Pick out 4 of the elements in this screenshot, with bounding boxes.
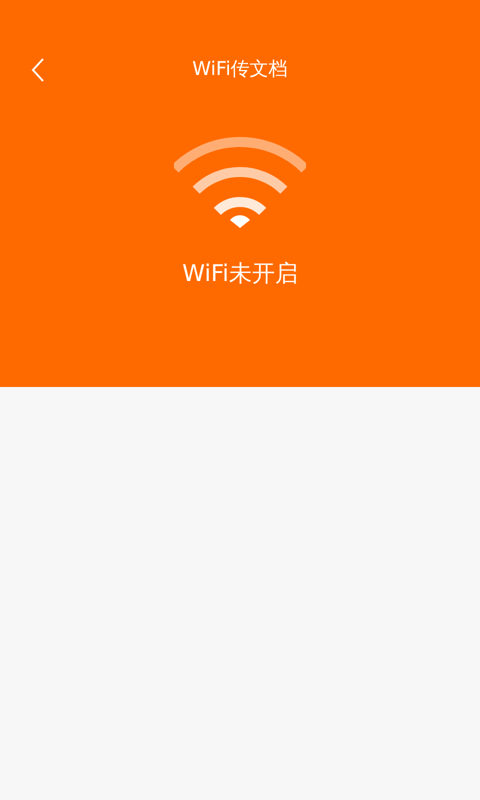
page-title: WiFi传文档	[192, 57, 288, 82]
wifi-status-text: WiFi未开启	[182, 260, 298, 289]
wifi-icon	[174, 134, 306, 230]
back-icon	[31, 58, 45, 82]
